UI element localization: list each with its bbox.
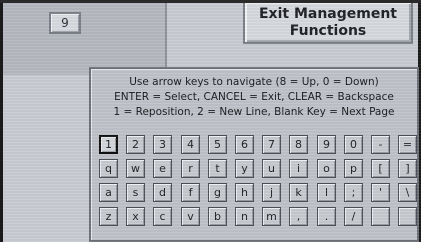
key[interactable]: z xyxy=(99,207,118,226)
key[interactable]: ] xyxy=(398,159,417,178)
key-blank[interactable] xyxy=(371,207,390,226)
key[interactable]: 1 xyxy=(99,135,118,154)
key[interactable]: m xyxy=(262,207,281,226)
key[interactable]: s xyxy=(126,183,145,202)
key[interactable]: d xyxy=(153,183,172,202)
key[interactable]: i xyxy=(289,159,308,178)
key[interactable]: ; xyxy=(344,183,363,202)
background-panel xyxy=(3,0,167,75)
key[interactable]: , xyxy=(289,207,308,226)
key[interactable]: [ xyxy=(371,159,390,178)
key[interactable]: a xyxy=(99,183,118,202)
exit-button-label-line1: Exit Management xyxy=(258,6,397,22)
instruction-line: ENTER = Select, CANCEL = Exit, CLEAR = B… xyxy=(114,91,394,103)
key[interactable]: 7 xyxy=(262,135,281,154)
exit-button-label-line2: Functions xyxy=(289,23,367,39)
number-nine-button[interactable]: 9 xyxy=(49,12,81,34)
key[interactable]: 6 xyxy=(235,135,254,154)
key[interactable]: v xyxy=(181,207,200,226)
key[interactable]: r xyxy=(181,159,200,178)
key[interactable]: n xyxy=(235,207,254,226)
key[interactable]: l xyxy=(317,183,336,202)
instruction-line: Use arrow keys to navigate (8 = Up, 0 = … xyxy=(129,76,379,88)
key[interactable]: 8 xyxy=(289,135,308,154)
key[interactable]: . xyxy=(317,207,336,226)
key[interactable]: x xyxy=(126,207,145,226)
key[interactable]: = xyxy=(398,135,417,154)
key[interactable]: j xyxy=(262,183,281,202)
key[interactable]: y xyxy=(235,159,254,178)
key[interactable]: u xyxy=(262,159,281,178)
key[interactable]: t xyxy=(208,159,227,178)
exit-management-functions-button[interactable]: Exit Management Functions xyxy=(243,0,413,44)
key[interactable]: o xyxy=(317,159,336,178)
key[interactable]: k xyxy=(289,183,308,202)
key[interactable]: g xyxy=(208,183,227,202)
key[interactable]: / xyxy=(344,207,363,226)
key[interactable]: 3 xyxy=(153,135,172,154)
key[interactable]: 2 xyxy=(126,135,145,154)
bezel-top xyxy=(0,0,421,3)
key[interactable]: \ xyxy=(398,183,417,202)
key[interactable]: w xyxy=(126,159,145,178)
key-blank[interactable] xyxy=(398,207,417,226)
instruction-line: 1 = Reposition, 2 = New Line, Blank Key … xyxy=(113,106,395,118)
key[interactable]: 5 xyxy=(208,135,227,154)
key[interactable]: 4 xyxy=(181,135,200,154)
key[interactable]: p xyxy=(344,159,363,178)
key[interactable]: e xyxy=(153,159,172,178)
on-screen-keyboard-dialog: Use arrow keys to navigate (8 = Up, 0 = … xyxy=(89,67,419,242)
key[interactable]: f xyxy=(181,183,200,202)
key[interactable]: ' xyxy=(371,183,390,202)
key[interactable]: 9 xyxy=(317,135,336,154)
keyboard-instructions: Use arrow keys to navigate (8 = Up, 0 = … xyxy=(91,75,417,120)
key[interactable]: - xyxy=(371,135,390,154)
key[interactable]: h xyxy=(235,183,254,202)
key[interactable]: q xyxy=(99,159,118,178)
key[interactable]: c xyxy=(153,207,172,226)
terminal-screen: 9 Exit Management Functions Use arrow ke… xyxy=(0,0,421,242)
key[interactable]: b xyxy=(208,207,227,226)
key[interactable]: 0 xyxy=(344,135,363,154)
